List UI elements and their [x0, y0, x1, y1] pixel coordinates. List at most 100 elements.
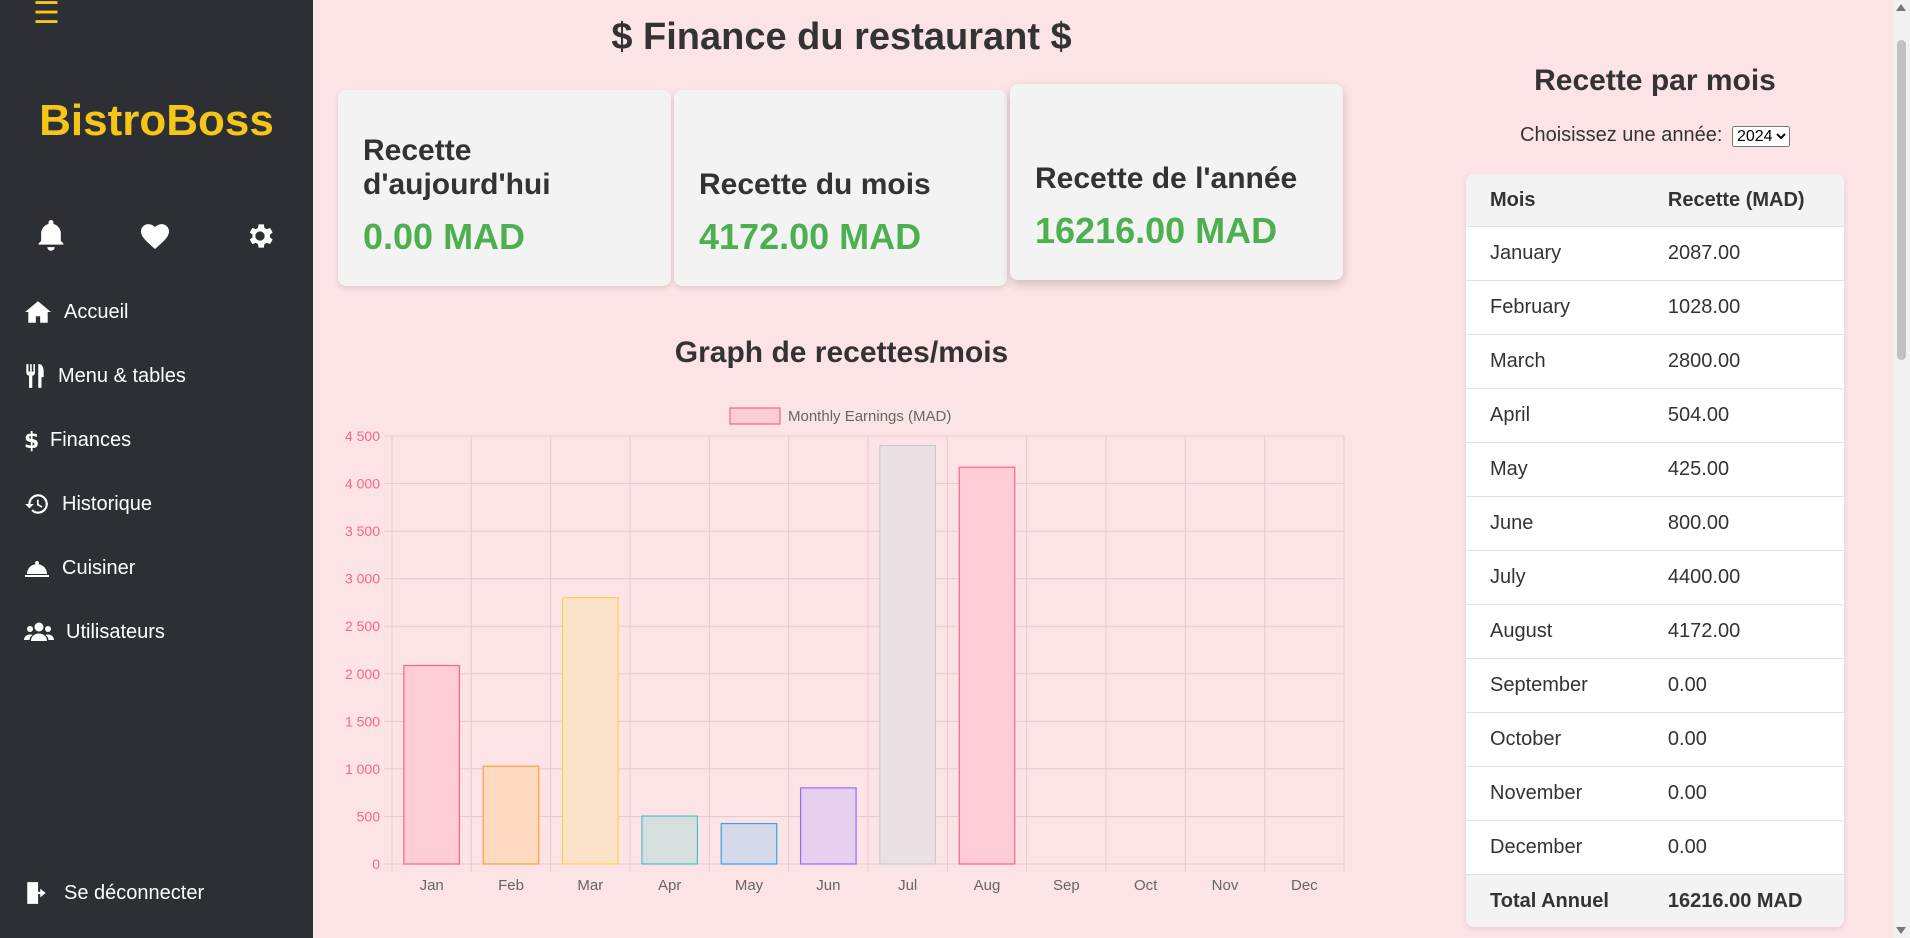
total-value: 16216.00 MAD [1643, 874, 1844, 927]
earnings-chart: 0 500 1 000 1 500 2 000 2 500 3 000 3 500 4 000 4… [330, 396, 1350, 911]
year-label: Choisissez une année: [1520, 124, 1723, 146]
year-select[interactable]: 2024 [1731, 126, 1790, 147]
table-row: December 0.00 [1466, 820, 1844, 875]
x-tick-label: Feb [498, 877, 524, 894]
month-cell: May [1466, 442, 1644, 497]
y-tick-label: 1 000 [345, 761, 380, 777]
bar-feb [482, 765, 540, 865]
sidebar-item-label: Historique [62, 492, 153, 515]
svg-text:$: $ [24, 429, 38, 453]
column-header-mois: Mois [1466, 174, 1644, 227]
gear-icon[interactable] [244, 220, 276, 257]
monthly-revenue-table: Mois Recette (MAD) January 2087.00 Februar… [1466, 174, 1844, 927]
x-tick-label: Aug [974, 877, 1001, 894]
bar-apr [641, 815, 699, 865]
sidebar-item-label: Utilisateurs [66, 620, 165, 643]
table-row: March 2800.00 [1466, 334, 1844, 389]
logout-icon [27, 882, 46, 904]
y-tick-label: 2 000 [345, 666, 380, 682]
dollar-icon: $ [24, 429, 38, 453]
month-cell: January [1466, 226, 1644, 281]
cloche-icon [25, 561, 49, 577]
home-icon [25, 301, 51, 323]
card-month-revenue: Recette du mois 4172.00 MAD [674, 90, 1007, 286]
y-tick-label: 4 000 [345, 476, 380, 492]
bar-jul [879, 444, 937, 865]
x-tick-label: Jul [898, 877, 917, 894]
hamburger-menu-icon[interactable]: ☰ [33, 0, 60, 29]
heart-icon[interactable] [139, 220, 171, 255]
sidebar-item-menu-tables[interactable]: Menu & tables [24, 344, 186, 408]
bar-aug [958, 466, 1016, 865]
table-row: May 425.00 [1466, 442, 1844, 497]
month-cell: November [1466, 766, 1644, 821]
month-cell: October [1466, 712, 1644, 767]
graph-title: Graph de recettes/mois [674, 336, 1009, 369]
month-cell: July [1466, 550, 1644, 605]
card-year-revenue: Recette de l'année 16216.00 MAD [1010, 84, 1343, 280]
card-value: 16216.00 MAD [1035, 210, 1278, 251]
utensils-icon [26, 364, 44, 388]
brand-logo: BistroBoss [39, 96, 274, 145]
table-row: February 1028.00 [1466, 280, 1844, 335]
logout-label: Se déconnecter [64, 881, 205, 904]
x-tick-label: May [735, 877, 764, 894]
y-tick-label: 1 500 [345, 713, 380, 729]
x-tick-label: Jan [420, 877, 444, 894]
table-row: July 4400.00 [1466, 550, 1844, 605]
table-row: June 800.00 [1466, 496, 1844, 551]
table-row: October 0.00 [1466, 712, 1844, 767]
y-tick-label: 0 [372, 856, 380, 872]
table-row: April 504.00 [1466, 388, 1844, 443]
card-label: Recette d'aujourd'hui [363, 134, 551, 201]
sidebar-item-label: Finances [50, 428, 132, 451]
revenue-cell: 2087.00 [1643, 226, 1844, 281]
page-title: $ Finance du restaurant $ [611, 16, 1072, 58]
table-row: January 2087.00 [1466, 226, 1844, 281]
table-row: August 4172.00 [1466, 604, 1844, 659]
revenue-cell: 0.00 [1643, 712, 1844, 767]
month-cell: March [1466, 334, 1644, 389]
revenue-cell: 800.00 [1643, 496, 1844, 551]
x-tick-label: Jun [816, 877, 840, 894]
table-row: September 0.00 [1466, 658, 1844, 713]
sidebar-item-cuisiner[interactable]: Cuisiner [24, 536, 186, 600]
bell-icon[interactable] [36, 220, 66, 257]
card-value: 0.00 MAD [363, 216, 526, 257]
card-today-revenue: Recette d'aujourd'hui 0.00 MAD [338, 90, 671, 286]
revenue-cell: 1028.00 [1643, 280, 1844, 335]
scrollbar[interactable] [1893, 0, 1910, 938]
bar-mar [561, 597, 619, 865]
sidebar-item-finances[interactable]: $ Finances [24, 408, 186, 472]
month-cell: September [1466, 658, 1644, 713]
table-row: November 0.00 [1466, 766, 1844, 821]
revenue-cell: 2800.00 [1643, 334, 1844, 389]
y-tick-label: 2 500 [345, 618, 380, 634]
sidebar-item-accueil[interactable]: Accueil [24, 280, 186, 344]
sidebar-item-label: Menu & tables [58, 364, 186, 387]
bar-jan [403, 664, 461, 865]
sidebar-item-historique[interactable]: Historique [24, 472, 186, 536]
scrollbar-thumb[interactable] [1897, 40, 1906, 360]
history-icon [25, 494, 48, 514]
x-tick-label: Nov [1212, 877, 1239, 894]
month-cell: December [1466, 820, 1644, 875]
year-selector-row: Choisissez une année: 2024 [1466, 124, 1844, 147]
bar-may [720, 822, 778, 865]
table-header-row: Mois Recette (MAD) [1466, 174, 1844, 227]
table-total-row: Total Annuel 16216.00 MAD [1466, 874, 1844, 927]
y-tick-label: 3 000 [345, 571, 380, 587]
sidebar-item-label: Accueil [64, 300, 129, 323]
earnings-chart-svg: 0 500 1 000 1 500 2 000 2 500 3 000 3 500 4 000 4… [345, 407, 1345, 894]
bar-jun [799, 787, 857, 865]
card-label: Recette du mois [699, 168, 931, 201]
scroll-down-arrow-icon[interactable] [1896, 927, 1906, 934]
x-tick-label: Oct [1134, 877, 1158, 894]
month-cell: April [1466, 388, 1644, 443]
y-tick-label: 4 500 [345, 428, 380, 444]
sidebar: ☰ BistroBoss Accueil Menu & tables $ Fin… [0, 0, 313, 938]
scroll-up-arrow-icon[interactable] [1896, 4, 1906, 11]
sidebar-item-utilisateurs[interactable]: Utilisateurs [24, 600, 186, 664]
revenue-cell: 0.00 [1643, 820, 1844, 875]
logout-button[interactable]: Se déconnecter [24, 880, 204, 906]
